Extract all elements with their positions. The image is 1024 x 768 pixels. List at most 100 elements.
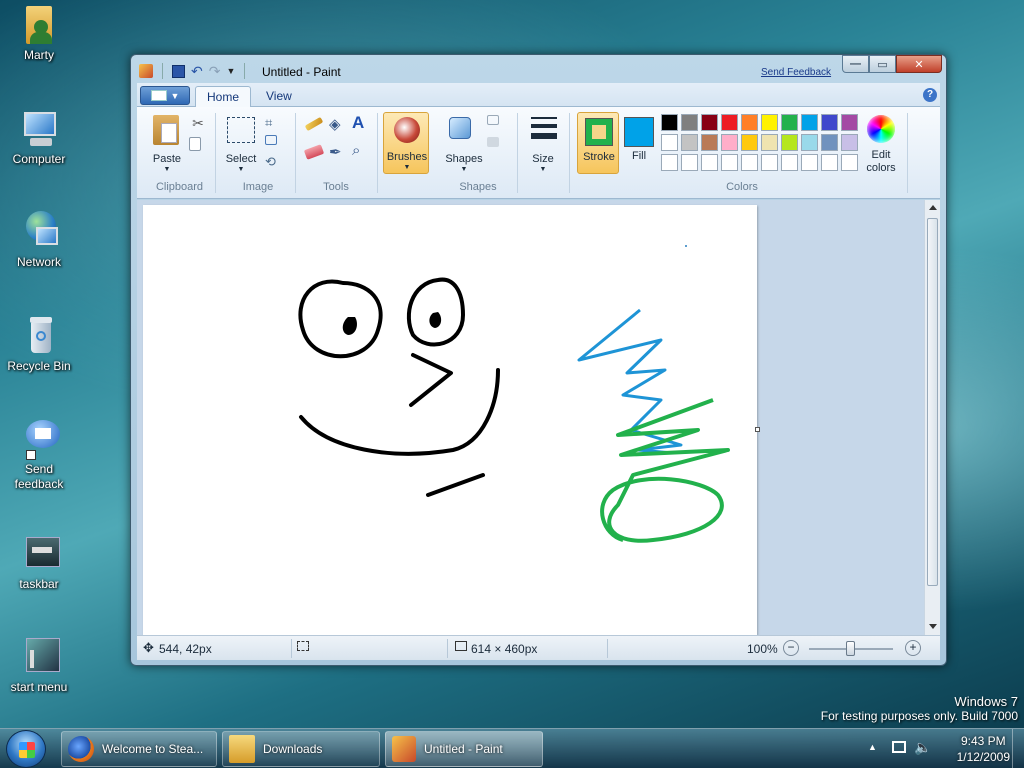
clock[interactable]: 9:43 PM 1/12/2009 <box>957 733 1010 765</box>
palette-swatch[interactable] <box>761 134 778 151</box>
brushes-button[interactable]: Brushes ▼ <box>383 112 429 174</box>
tab-home[interactable]: Home <box>195 86 252 108</box>
stroke-color-button[interactable]: Stroke <box>577 112 619 174</box>
palette-swatch[interactable] <box>701 134 718 151</box>
selection-size-icon <box>297 641 309 651</box>
palette-swatch[interactable] <box>721 134 738 151</box>
palette-swatch[interactable] <box>681 134 698 151</box>
desktop-icon-label: Network <box>16 255 61 269</box>
send-feedback-link[interactable]: Send Feedback <box>761 67 831 78</box>
paint-menu-button[interactable]: ▼ <box>140 86 190 105</box>
desktop-icon-network[interactable]: Network <box>4 211 74 270</box>
palette-swatch[interactable] <box>761 114 778 131</box>
paint-app-icon[interactable] <box>139 64 153 78</box>
taskbar-item-downloads[interactable]: Downloads <box>222 731 380 767</box>
network-tray-icon[interactable] <box>892 741 906 753</box>
palette-swatch[interactable] <box>841 134 858 151</box>
palette-swatch[interactable] <box>801 154 818 171</box>
edit-colors-button[interactable]: Edit colors <box>859 113 903 174</box>
copy-icon[interactable] <box>189 137 201 151</box>
tray-expand-arrow-icon[interactable]: ▲ <box>868 742 877 752</box>
watermark-line-1: Windows 7 <box>954 694 1018 709</box>
resize-icon[interactable] <box>265 135 277 145</box>
palette-swatch[interactable] <box>701 154 718 171</box>
palette-swatch[interactable] <box>781 154 798 171</box>
start-button[interactable] <box>6 730 46 768</box>
undo-icon[interactable]: ↶ <box>191 64 203 78</box>
text-icon[interactable]: A <box>352 113 370 132</box>
show-desktop-button[interactable] <box>1012 729 1024 768</box>
palette-swatch[interactable] <box>741 134 758 151</box>
select-button[interactable]: Select ▼ <box>221 113 261 173</box>
close-button[interactable]: ✕ <box>896 55 942 73</box>
palette-swatch[interactable] <box>661 134 678 151</box>
palette-swatch[interactable] <box>821 114 838 131</box>
scroll-up-arrow-icon[interactable] <box>929 205 937 210</box>
scroll-down-arrow-icon[interactable] <box>929 624 937 629</box>
fill-bucket-icon[interactable]: ◈ <box>329 115 347 133</box>
feedback-bubble-icon <box>16 418 62 460</box>
palette-swatch[interactable] <box>821 154 838 171</box>
title-bar[interactable]: ↶ ↷ ▼ Untitled - Paint Send Feedback — ▭… <box>131 55 946 85</box>
palette-swatch[interactable] <box>841 154 858 171</box>
palette-swatch[interactable] <box>741 154 758 171</box>
stray-dot <box>685 245 687 247</box>
group-label-colors: Colors <box>726 181 758 193</box>
zoom-slider-thumb[interactable] <box>846 641 855 656</box>
desktop-icon-send-feedback[interactable]: Send feedback <box>4 418 74 492</box>
fill-shape-icon[interactable] <box>487 137 499 147</box>
palette-swatch[interactable] <box>721 114 738 131</box>
pencil-icon[interactable] <box>304 116 324 132</box>
drawing-canvas[interactable] <box>143 205 757 635</box>
size-label: Size <box>532 153 554 165</box>
fill-color-button[interactable]: Fill <box>621 112 657 174</box>
palette-swatch[interactable] <box>661 114 678 131</box>
canvas-resize-handle[interactable] <box>755 427 760 432</box>
zoom-in-icon[interactable]: + <box>905 640 921 656</box>
palette-swatch[interactable] <box>661 154 678 171</box>
palette-swatch[interactable] <box>681 114 698 131</box>
taskbar-item-paint[interactable]: Untitled - Paint <box>385 731 543 767</box>
palette-swatch[interactable] <box>701 114 718 131</box>
vertical-scrollbar[interactable] <box>924 200 940 635</box>
paste-button[interactable]: Paste ▼ <box>147 113 187 173</box>
size-button[interactable]: Size ▼ <box>525 113 561 173</box>
shapes-button[interactable]: Shapes ▼ <box>439 113 489 173</box>
rotate-icon[interactable]: ⟲ <box>265 154 283 172</box>
palette-swatch[interactable] <box>721 154 738 171</box>
palette-swatch[interactable] <box>741 114 758 131</box>
customize-qat-chevron-icon[interactable]: ▼ <box>226 66 235 76</box>
shapes-chevron-icon: ▼ <box>460 166 468 173</box>
minimize-button[interactable]: — <box>842 55 869 73</box>
palette-swatch[interactable] <box>841 114 858 131</box>
palette-swatch[interactable] <box>781 134 798 151</box>
desktop-icon-taskbar[interactable]: taskbar <box>4 533 74 592</box>
redo-icon[interactable]: ↷ <box>209 64 221 78</box>
help-icon[interactable]: ? <box>923 88 937 102</box>
crop-icon[interactable]: ⌗ <box>265 115 283 133</box>
palette-swatch[interactable] <box>681 154 698 171</box>
taskbar-item-firefox[interactable]: Welcome to Stea... <box>61 731 217 767</box>
tab-view[interactable]: View <box>255 86 303 108</box>
palette-swatch[interactable] <box>801 114 818 131</box>
palette-swatch[interactable] <box>781 114 798 131</box>
desktop-icon-recycle-bin[interactable]: Recycle Bin <box>4 315 74 374</box>
save-icon[interactable] <box>172 64 185 78</box>
status-divider <box>607 639 608 658</box>
desktop-icon-computer[interactable]: Computer <box>4 108 74 167</box>
volume-tray-icon[interactable]: 🔈 <box>914 739 931 756</box>
palette-swatch[interactable] <box>761 154 778 171</box>
zoom-out-icon[interactable]: − <box>783 640 799 656</box>
palette-swatch[interactable] <box>801 134 818 151</box>
magnifier-icon[interactable]: ⌕ <box>352 142 370 160</box>
desktop-icon-start-menu[interactable]: start menu <box>4 636 74 695</box>
outline-icon[interactable] <box>487 115 499 125</box>
group-label-shapes: Shapes <box>459 181 497 193</box>
eraser-icon[interactable] <box>303 144 325 160</box>
cut-icon[interactable]: ✂ <box>189 115 207 133</box>
maximize-button[interactable]: ▭ <box>869 55 896 73</box>
desktop-icon-user-folder[interactable]: Marty <box>4 4 74 63</box>
palette-swatch[interactable] <box>821 134 838 151</box>
color-picker-icon[interactable]: ✒ <box>329 143 347 161</box>
scrollbar-thumb[interactable] <box>927 218 938 586</box>
